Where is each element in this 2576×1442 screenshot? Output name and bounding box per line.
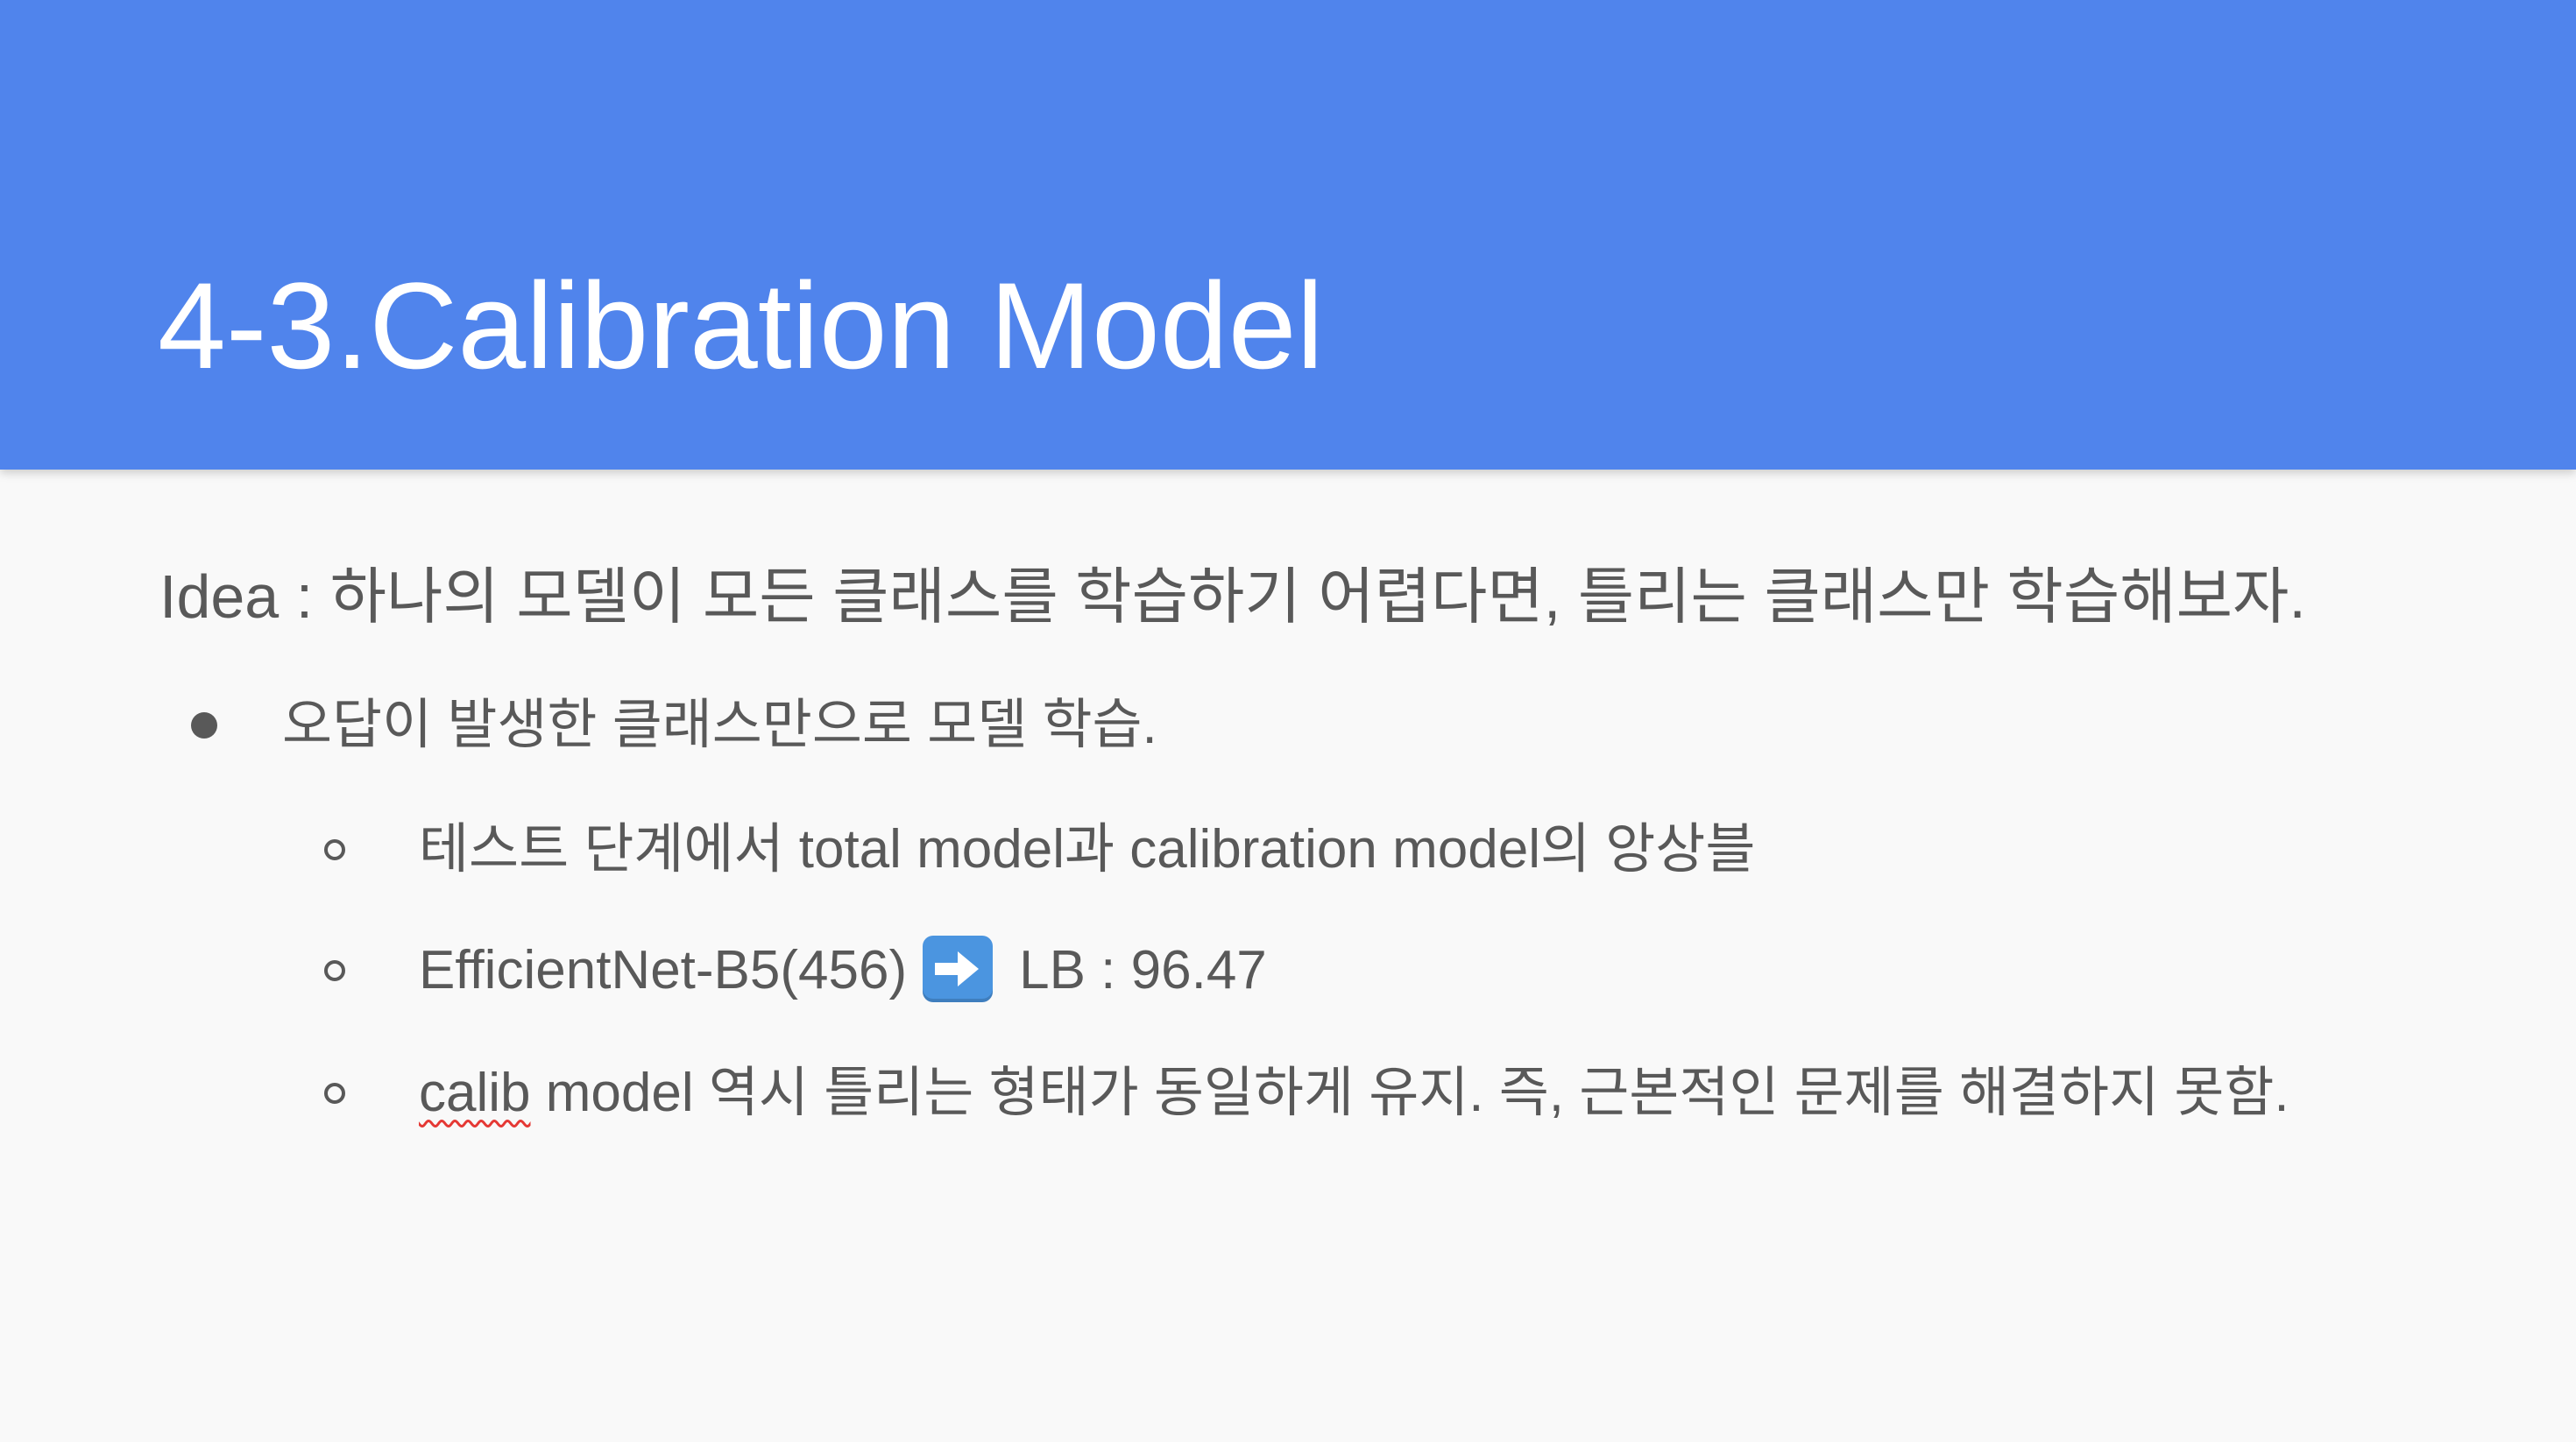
misspelled-word[interactable]: calib	[419, 1063, 531, 1123]
idea-text: Idea : 하나의 모델이 모든 클래스를 학습하기 어렵다면, 틀리는 클래…	[159, 562, 2306, 631]
bullet-disc-icon	[191, 711, 217, 739]
slide-header: 4-3.Calibration Model	[0, 0, 2576, 470]
sub-bullet-circle-icon	[324, 1082, 345, 1104]
sub-bullet-circle-icon	[324, 838, 345, 860]
slide-body: Idea : 하나의 모델이 모든 클래스를 학습하기 어렵다면, 틀리는 클래…	[0, 470, 2576, 1442]
bullet-item-1: 오답이 발생한 클래스만으로 모델 학습.	[191, 690, 1157, 760]
sub-bullet-2-score-text: LB : 96.47	[1019, 940, 1267, 1000]
bullet-item-1-text: 오답이 발생한 클래스만으로 모델 학습.	[282, 695, 1157, 755]
slide-title: 4-3.Calibration Model	[158, 257, 1324, 394]
sub-bullet-circle-icon	[324, 959, 345, 981]
sub-bullet-3: calib model 역시 틀리는 형태가 동일하게 유지. 즉, 근본적인 …	[324, 1058, 2289, 1128]
sub-bullet-3-text: model 역시 틀리는 형태가 동일하게 유지. 즉, 근본적인 문제를 해결…	[530, 1063, 2289, 1123]
sub-bullet-2: EfficientNet-B5(456) LB : 96.47	[324, 935, 1267, 1007]
right-arrow-emoji-icon	[923, 935, 994, 1002]
sub-bullet-1-text: 테스트 단계에서 total model과 calibration model의…	[419, 819, 1756, 880]
sub-bullet-2-model-text: EfficientNet-B5(456)	[419, 940, 908, 1000]
sub-bullet-1: 테스트 단계에서 total model과 calibration model의…	[324, 815, 1755, 885]
